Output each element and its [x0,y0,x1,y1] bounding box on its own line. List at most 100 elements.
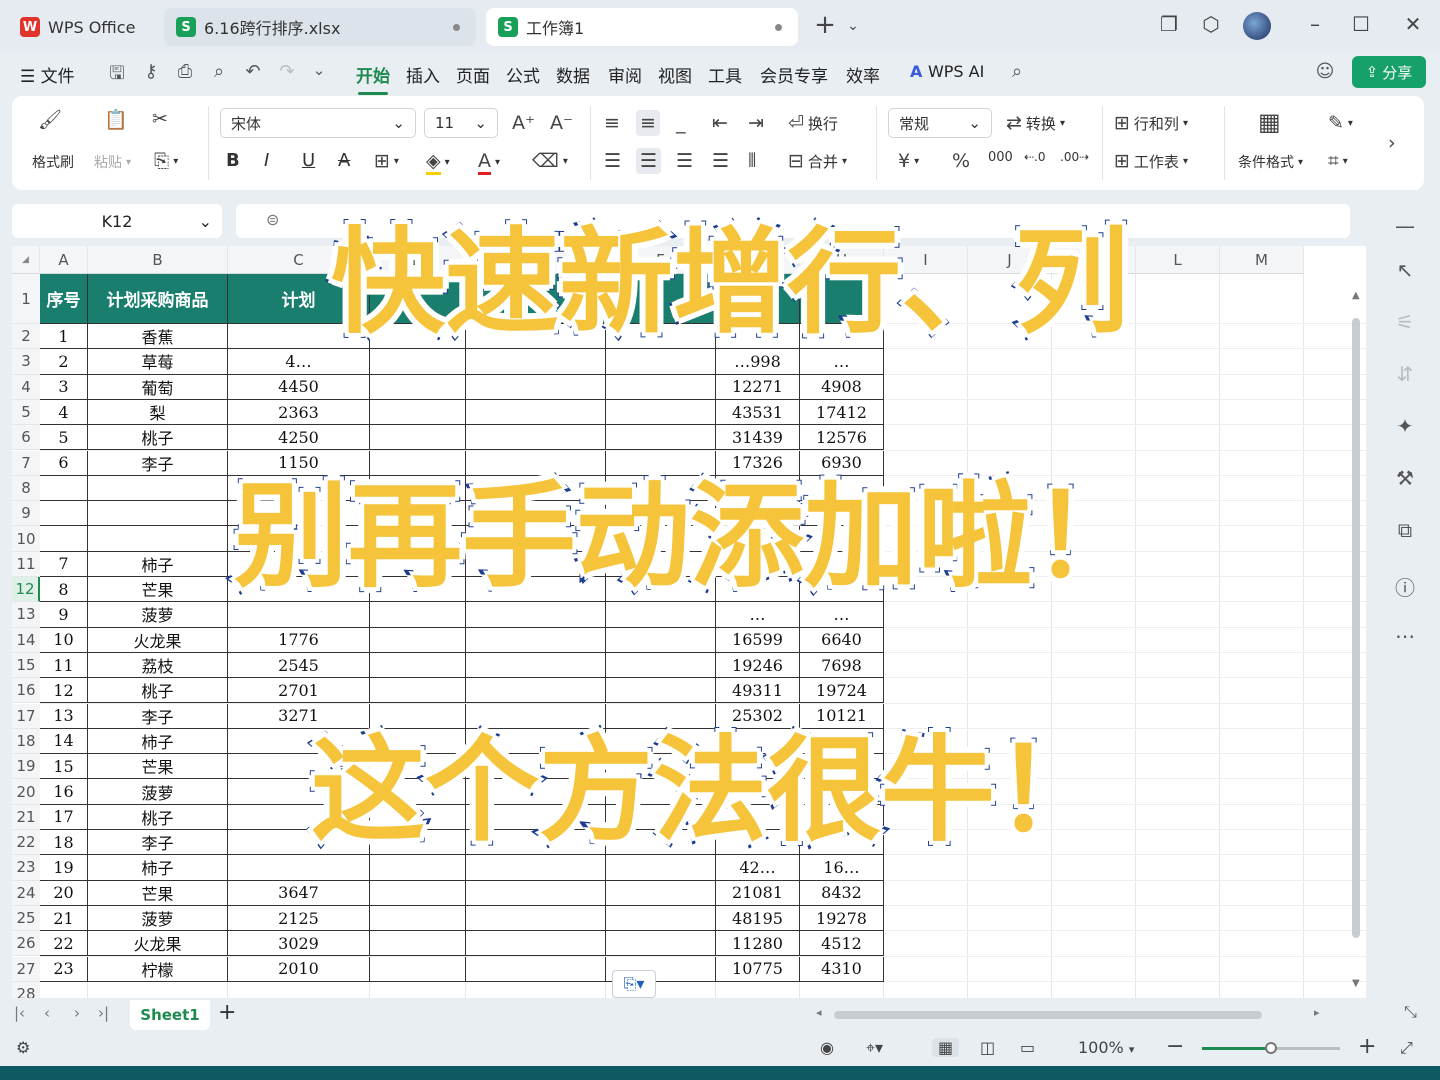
table-cell[interactable] [228,602,370,628]
transfer-icon[interactable]: ⇵ [1392,362,1418,386]
sheet-tab-sheet1[interactable]: Sheet1 [130,1000,210,1030]
chat-icon[interactable]: ☺ [1312,61,1338,82]
wps-ai-button[interactable]: A WPS AI [910,62,984,81]
worksheet-button[interactable]: ⊞ 工作表 ▾ [1114,150,1188,172]
table-cell[interactable]: 4 [40,399,88,426]
table-cell[interactable]: 6 [40,450,88,476]
page-break-icon[interactable]: ▭ [1020,1038,1035,1057]
row-header[interactable]: 7 [12,450,40,476]
row-header[interactable]: 14 [12,627,40,653]
table-cell[interactable]: 49311 [716,678,800,704]
table-cell[interactable]: 2545 [228,652,370,679]
collapse-icon[interactable]: — [1392,214,1418,238]
rows-cols-button[interactable]: ⊞ 行和列 ▾ [1114,112,1188,134]
zoom-out-button[interactable]: − [1166,1034,1184,1059]
key-icon[interactable]: ⚷ [138,61,164,82]
paste-button[interactable]: 粘贴 ▾ [94,152,131,172]
select-all-corner[interactable]: ◢ [12,246,40,274]
table-cell[interactable] [606,602,716,628]
increase-font-icon[interactable]: A⁺ [512,112,535,134]
menu-tools[interactable]: 工具 [708,62,742,87]
table-cell[interactable]: 芒果 [88,880,228,906]
copy-icon[interactable]: ⎘ ▾ [154,150,178,172]
table-cell[interactable] [606,627,716,653]
scroll-up-icon[interactable]: ▲ [1352,290,1360,301]
book-search-icon[interactable]: ⧉ [1392,518,1418,542]
share-button[interactable]: ⇪ 分享 [1352,56,1426,88]
italic-button[interactable]: I [264,150,269,171]
convert-button[interactable]: ⇄ 转换 ▾ [1006,112,1065,134]
table-cell[interactable]: 1 [40,324,88,350]
prev-sheet-icon[interactable]: ‹ [44,1004,50,1022]
table-cell[interactable]: 16 [40,779,88,805]
table-cell[interactable] [466,602,606,628]
table-cell[interactable] [466,905,606,932]
number-format-select[interactable]: 常规 ⌄ [888,108,992,138]
row-header[interactable]: 22 [12,830,40,856]
table-cell[interactable]: 9 [40,602,88,628]
zoom-select[interactable]: 100% ▾ [1078,1038,1134,1057]
table-cell[interactable]: 柠檬 [88,956,228,982]
table-cell[interactable]: 12576 [800,425,884,451]
table-cell[interactable]: 15 [40,754,88,780]
table-cell[interactable] [370,652,466,679]
menu-view[interactable]: 视图 [658,62,692,87]
column-header-a[interactable]: A [40,246,88,274]
table-cell[interactable]: 4… [228,349,370,375]
last-sheet-icon[interactable]: ›| [98,1004,109,1022]
row-header[interactable]: 12 [12,577,40,603]
table-cell[interactable]: 7 [40,551,88,577]
table-cell[interactable]: 22 [40,931,88,957]
more-chevron-icon[interactable]: ⌄ [306,61,332,79]
table-cell[interactable]: 3029 [228,931,370,957]
table-cell[interactable]: 42… [716,855,800,881]
print-icon[interactable]: ⎙ [172,61,198,82]
align-left-icon[interactable]: ☰ [604,150,621,172]
zoom-in-button[interactable]: + [1358,1034,1376,1059]
merge-button[interactable]: ⊟ 合并 ▾ [788,150,847,172]
table-cell[interactable]: 2125 [228,905,370,932]
table-cell[interactable] [370,855,466,881]
table-cell[interactable]: 11280 [716,931,800,957]
fullscreen-icon[interactable]: ⤢ [1400,1038,1413,1058]
scroll-down-icon[interactable]: ▼ [1352,978,1360,989]
menu-data[interactable]: 数据 [556,62,590,87]
avatar[interactable] [1242,12,1272,45]
row-header[interactable]: 13 [12,602,40,628]
table-cell[interactable]: 6640 [800,627,884,653]
table-cell[interactable]: 2363 [228,399,370,426]
table-cell[interactable]: 李子 [88,830,228,856]
crop-icon[interactable]: ⌗ ▾ [1328,150,1348,172]
normal-view-icon[interactable]: ▦ [932,1038,960,1057]
thousands-icon[interactable]: 000 [988,150,1013,165]
eye-protect-icon[interactable]: ◉ [820,1038,834,1057]
row-header[interactable]: 28 [12,981,40,998]
chevron-down-icon[interactable]: ⌄ [838,18,868,34]
tab-file-xlsx[interactable]: S 6.16跨行排序.xlsx [164,8,476,46]
table-cell[interactable]: 1776 [228,627,370,653]
table-cell[interactable] [606,931,716,957]
format-painter-button[interactable]: 格式刷 [32,152,74,172]
table-cell[interactable] [466,855,606,881]
align-bottom-icon[interactable]: _ [676,112,686,134]
table-cell[interactable]: 10775 [716,956,800,982]
table-cell[interactable]: 17412 [800,399,884,426]
redo-icon[interactable]: ↷ [274,61,300,82]
table-cell[interactable] [370,678,466,704]
table-cell[interactable] [370,931,466,957]
border-icon[interactable]: ⊞ ▾ [374,150,399,172]
table-cell[interactable]: 火龙果 [88,627,228,653]
table-header-cell[interactable]: 序号 [40,274,88,324]
row-header[interactable]: 3 [12,349,40,375]
table-cell[interactable]: 43531 [716,399,800,426]
more-icon[interactable]: ⋯ [1392,624,1418,648]
table-cell[interactable] [40,526,88,552]
table-cell[interactable]: 葡萄 [88,374,228,400]
table-cell[interactable] [606,374,716,400]
table-cell[interactable]: 16599 [716,627,800,653]
table-cell[interactable]: 48195 [716,905,800,932]
table-cell[interactable] [606,678,716,704]
table-cell[interactable]: 2010 [228,956,370,982]
macro-icon[interactable]: ⚙ [16,1038,30,1057]
scroll-left-icon[interactable]: ◂ [816,1006,822,1019]
